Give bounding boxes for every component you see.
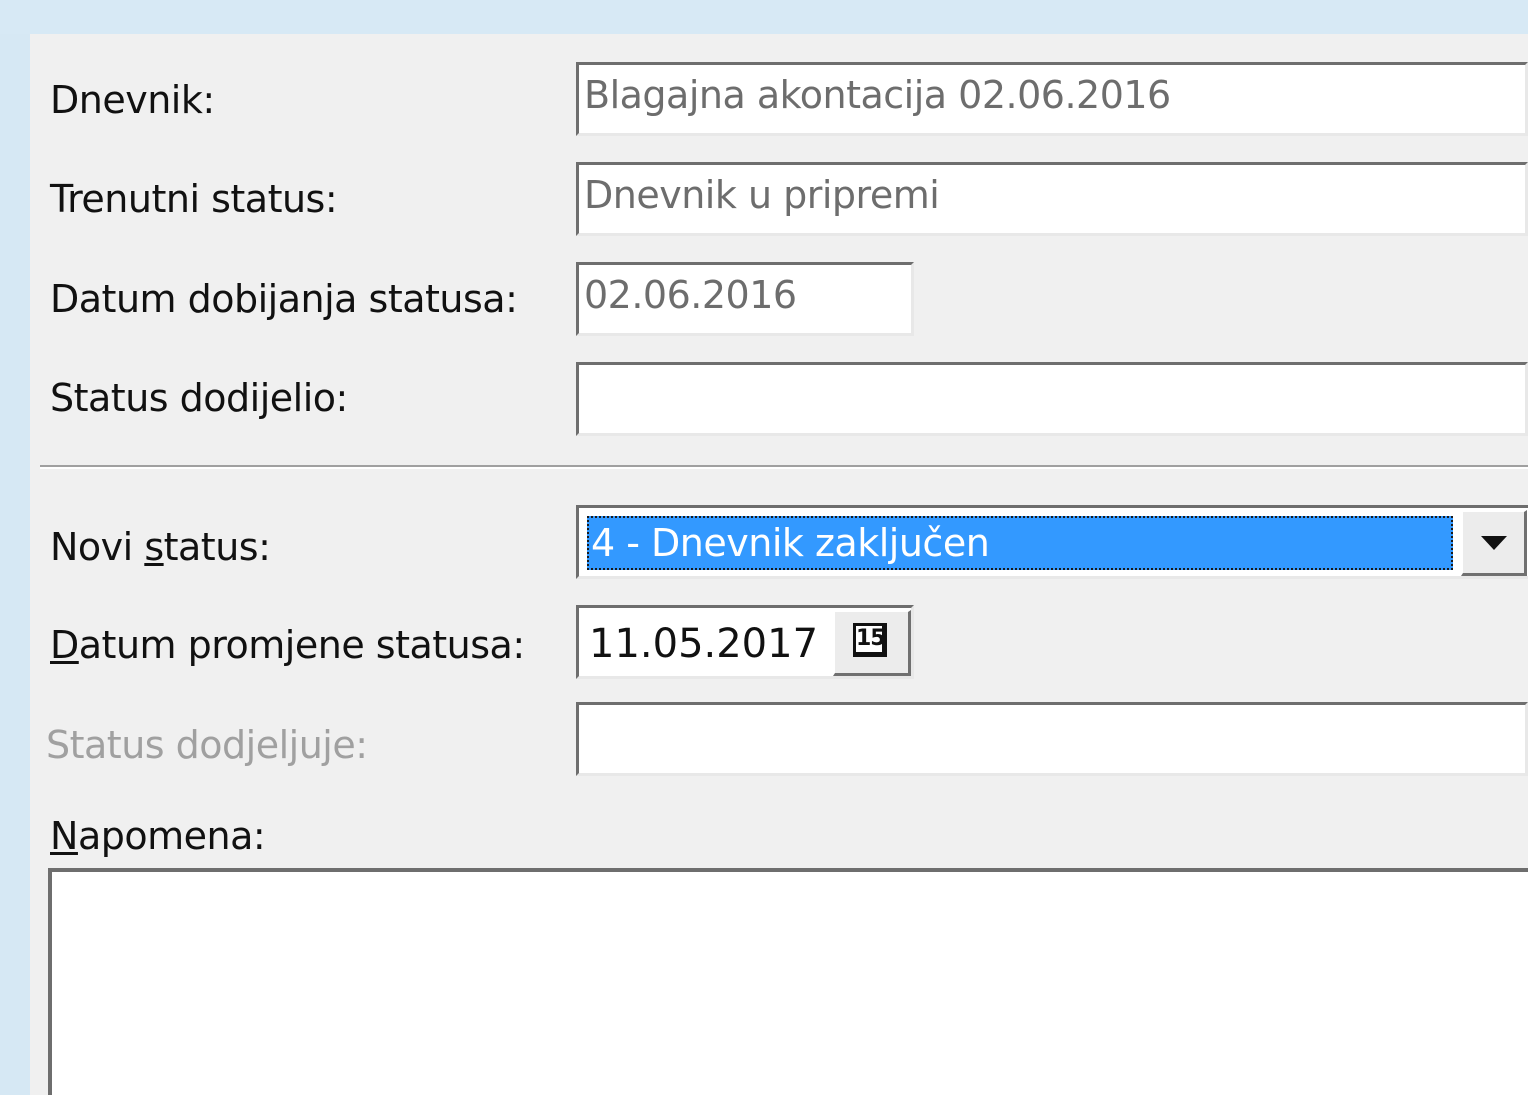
datum-dobijanja-field[interactable]: 02.06.2016 — [576, 262, 914, 336]
section-divider — [40, 465, 1528, 469]
calendar-icon: 15 — [853, 623, 887, 657]
datum-promjene-label: Datum promjene statusa: — [50, 623, 525, 667]
novi-status-label-accel: s — [144, 525, 164, 569]
napomena-label-post: apomena: — [77, 814, 266, 858]
novi-status-label-pre: Novi — [50, 525, 145, 569]
status-dodijelio-field[interactable] — [576, 362, 1528, 436]
novi-status-label-post: tatus: — [163, 525, 271, 569]
napomena-label-accel: N — [50, 814, 78, 858]
status-dodijelio-label: Status dodijelio: — [50, 376, 348, 420]
status-dodjeljuje-field[interactable] — [576, 702, 1528, 776]
status-dodjeljuje-label: Status dodjeljuje: — [46, 723, 368, 767]
chevron-down-icon — [1481, 536, 1507, 550]
datum-promjene-label-post: atum promjene statusa: — [78, 623, 525, 667]
datum-dobijanja-label: Datum dobijanja statusa: — [50, 277, 518, 321]
napomena-textarea[interactable] — [48, 868, 1528, 1095]
datum-promjene-value[interactable]: 11.05.2017 — [589, 614, 818, 674]
trenutni-status-label: Trenutni status: — [50, 177, 338, 221]
novi-status-dropdown[interactable]: 4 - Dnevnik zaključen — [576, 505, 1528, 579]
dropdown-button[interactable] — [1461, 510, 1527, 576]
napomena-label: Napomena: — [50, 814, 266, 858]
calendar-button[interactable]: 15 — [833, 610, 911, 676]
novi-status-selected-value[interactable]: 4 - Dnevnik zaključen — [587, 516, 1453, 570]
dnevnik-field[interactable]: Blagajna akontacija 02.06.2016 — [576, 62, 1528, 136]
datum-promjene-picker[interactable]: 11.05.2017 15 — [576, 605, 914, 679]
dnevnik-label: Dnevnik: — [50, 78, 215, 122]
datum-promjene-label-accel: D — [50, 623, 79, 667]
trenutni-status-field[interactable]: Dnevnik u pripremi — [576, 162, 1528, 236]
window-frame — [0, 0, 1528, 34]
novi-status-label: Novi status: — [50, 525, 271, 569]
